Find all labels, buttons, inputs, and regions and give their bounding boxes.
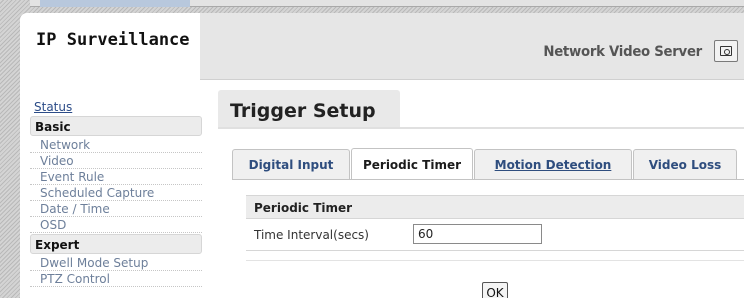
settings-panel: Periodic Timer Time Interval(secs) (246, 195, 744, 261)
language-icon (720, 46, 732, 56)
ok-button[interactable]: OK (482, 282, 508, 298)
product-name: Network Video Server (543, 44, 702, 60)
sidebar-item-scheduled-capture[interactable]: Scheduled Capture (30, 185, 202, 201)
tab-bar: Digital Input Periodic Timer Motion Dete… (232, 148, 738, 180)
tab-motion-detection[interactable]: Motion Detection (474, 149, 632, 179)
sidebar-item-video[interactable]: Video (30, 153, 202, 169)
browser-top-strip (30, 0, 744, 7)
panel-title: Periodic Timer (246, 195, 744, 219)
sidebar-item-network[interactable]: Network (30, 137, 202, 153)
app-window: Network Video Server IP Surveillance Sta… (20, 13, 744, 298)
panel-footer-divider (246, 251, 744, 261)
sidebar-item-osd[interactable]: OSD (30, 217, 202, 233)
time-interval-label: Time Interval(secs) (254, 228, 369, 242)
tab-motion-detection-label: Motion Detection (494, 157, 612, 172)
tab-digital-input[interactable]: Digital Input (232, 149, 350, 179)
time-interval-row: Time Interval(secs) (246, 219, 744, 251)
browser-tab-strip (40, 0, 190, 7)
sidebar-item-dwell-mode-setup[interactable]: Dwell Mode Setup (30, 255, 202, 271)
tab-bar-divider (232, 179, 744, 180)
sidebar-link-status[interactable]: Status (30, 97, 202, 115)
tab-periodic-timer[interactable]: Periodic Timer (351, 148, 473, 180)
sidebar-section-basic: Basic (30, 116, 202, 136)
language-button[interactable] (714, 40, 738, 62)
page-title-divider (218, 127, 744, 129)
sidebar-section-expert: Expert (30, 234, 202, 254)
tab-video-loss[interactable]: Video Loss (633, 149, 737, 179)
page-title: Trigger Setup (218, 90, 400, 127)
sidebar: Status Basic Network Video Event Rule Sc… (30, 97, 202, 287)
sidebar-item-date-time[interactable]: Date / Time (30, 201, 202, 217)
time-interval-input[interactable] (413, 224, 542, 244)
sidebar-item-ptz-control[interactable]: PTZ Control (30, 271, 202, 287)
app-title: IP Surveillance (36, 30, 190, 50)
sidebar-item-event-rule[interactable]: Event Rule (30, 169, 202, 185)
header-bar: Network Video Server (200, 13, 744, 80)
